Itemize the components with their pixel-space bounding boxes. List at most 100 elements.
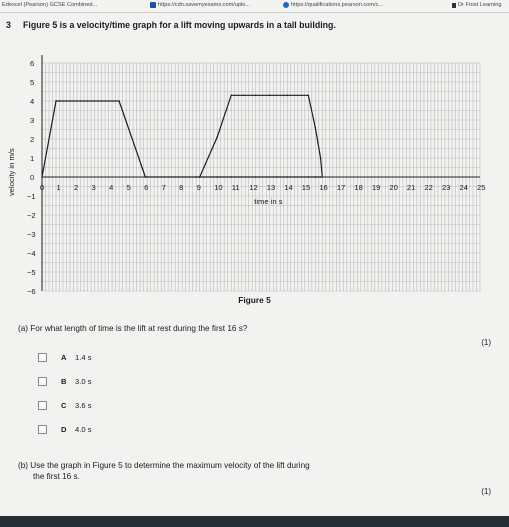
bookmarks-bar: Edexcel (Pearson) GCSE Combined... https…: [0, 0, 509, 13]
bookmark-pearson[interactable]: https://qualifications.pearson.com/c...: [283, 2, 383, 8]
option-d-checkbox[interactable]: [38, 425, 47, 434]
y-tick-label: −3: [27, 230, 36, 239]
bookmark-savemyexams[interactable]: https://cdn.savemyexams.com/uplo...: [150, 2, 250, 8]
option-a-checkbox[interactable]: [38, 353, 47, 362]
series-point: [118, 100, 120, 102]
x-tick-label: 19: [372, 183, 380, 192]
option-c[interactable]: C 3.6 s: [38, 401, 91, 410]
option-b[interactable]: B 3.0 s: [38, 377, 91, 386]
question-number: 3: [6, 20, 11, 30]
series-point: [307, 94, 310, 97]
taskbar: [0, 516, 509, 527]
series-point: [319, 176, 322, 178]
x-tick-label: 6: [144, 183, 148, 192]
series-point: [314, 126, 317, 129]
bookmark-edexcel[interactable]: Edexcel (Pearson) GCSE Combined...: [2, 2, 97, 8]
series-point: [314, 176, 317, 178]
series-point: [230, 176, 233, 178]
y-tick-label: 3: [30, 116, 34, 125]
x-tick-label: 5: [127, 183, 131, 192]
option-c-checkbox[interactable]: [38, 401, 47, 410]
x-tick-label: 22: [424, 183, 432, 192]
series-point: [307, 176, 310, 178]
bookmark-label: Edexcel (Pearson) GCSE Combined...: [2, 2, 98, 8]
drfrost-icon: [452, 2, 456, 8]
y-axis-label: velocity in m/s: [7, 148, 16, 196]
x-tick-label: 12: [249, 183, 257, 192]
y-tick-label: 5: [30, 78, 34, 87]
part-b-question: (b) Use the graph in Figure 5 to determi…: [18, 460, 478, 482]
series-point: [216, 176, 218, 178]
option-text: 1.4 s: [75, 353, 92, 362]
y-tick-label: 4: [30, 97, 34, 106]
x-tick-label: 24: [459, 183, 467, 192]
series-point: [41, 176, 43, 178]
y-tick-label: 6: [30, 59, 34, 68]
option-letter: A: [61, 353, 67, 362]
origin-label: 0: [40, 183, 44, 192]
savemyexams-icon: [150, 2, 156, 8]
option-b-checkbox[interactable]: [38, 377, 47, 386]
figure-caption: Figure 5: [238, 295, 271, 305]
bookmark-label: Dr Frost Learning: [458, 2, 502, 8]
option-text: 3.0 s: [75, 377, 92, 386]
x-tick-label: 21: [407, 183, 415, 192]
option-letter: D: [61, 425, 67, 434]
bookmark-label: https://qualifications.pearson.com/c...: [291, 2, 384, 8]
bookmark-drfrost[interactable]: Dr Frost Learning: [452, 2, 502, 8]
option-d[interactable]: D 4.0 s: [38, 425, 91, 434]
series-point: [195, 176, 197, 178]
x-tick-label: 13: [267, 183, 275, 192]
x-tick-label: 25: [477, 183, 485, 192]
series-point: [286, 94, 289, 97]
y-tick-label: 2: [30, 135, 34, 144]
series-point: [55, 100, 57, 102]
option-a[interactable]: A 1.4 s: [38, 353, 91, 362]
x-tick-label: 10: [214, 183, 222, 192]
x-tick-label: 3: [92, 183, 96, 192]
graph-axes: [41, 55, 480, 291]
y-tick-label: −1: [27, 192, 36, 201]
x-tick-label: 4: [109, 183, 113, 192]
x-tick-label: 2: [74, 183, 78, 192]
question-text: Figure 5 is a velocity/time graph for a …: [23, 20, 336, 30]
option-text: 4.0 s: [75, 425, 92, 434]
option-letter: B: [61, 377, 67, 386]
x-tick-label: 1: [57, 183, 61, 192]
y-tick-label: −5: [27, 268, 36, 277]
x-tick-label: 9: [197, 183, 201, 192]
x-tick-label: 14: [284, 183, 292, 192]
series-point: [146, 176, 148, 178]
series-point: [216, 136, 218, 138]
x-tick-label: 11: [232, 183, 240, 192]
x-tick-label: 17: [337, 183, 345, 192]
x-tick-label: 8: [179, 183, 183, 192]
part-a-marks: (1): [481, 338, 491, 347]
part-b-line-1: (b) Use the graph in Figure 5 to determi…: [18, 461, 310, 470]
y-tick-label: −4: [27, 249, 36, 258]
x-tick-label: 16: [319, 183, 327, 192]
pearson-icon: [283, 2, 289, 8]
velocity-series-line: [199, 94, 323, 178]
series-point: [286, 176, 289, 178]
series-point: [230, 94, 233, 97]
y-tick-label: −2: [27, 211, 36, 220]
series-point: [242, 94, 245, 97]
series-point: [198, 176, 201, 178]
y-tick-label: −6: [27, 287, 36, 295]
series-point: [254, 176, 257, 178]
series-point: [319, 157, 322, 159]
x-tick-label: 18: [354, 183, 362, 192]
x-tick-label: 23: [442, 183, 450, 192]
series-point: [254, 94, 257, 97]
bookmark-label: https://cdn.savemyexams.com/uplo...: [158, 2, 251, 8]
x-axis-label: time in s: [254, 197, 282, 206]
series-point: [144, 176, 147, 178]
part-b-line-2: the first 16 s.: [33, 472, 80, 481]
x-tick-label: 15: [302, 183, 310, 192]
x-tick-label: 7: [162, 183, 166, 192]
y-tick-label: 0: [30, 173, 34, 182]
series-point: [275, 176, 278, 178]
option-letter: C: [61, 401, 67, 410]
velocity-time-graph: 1 2 3 4 5 6 7 8 9 10 11 12 13 14 15 16 17 18 19 20 21 22 23 24 2…: [7, 55, 485, 295]
